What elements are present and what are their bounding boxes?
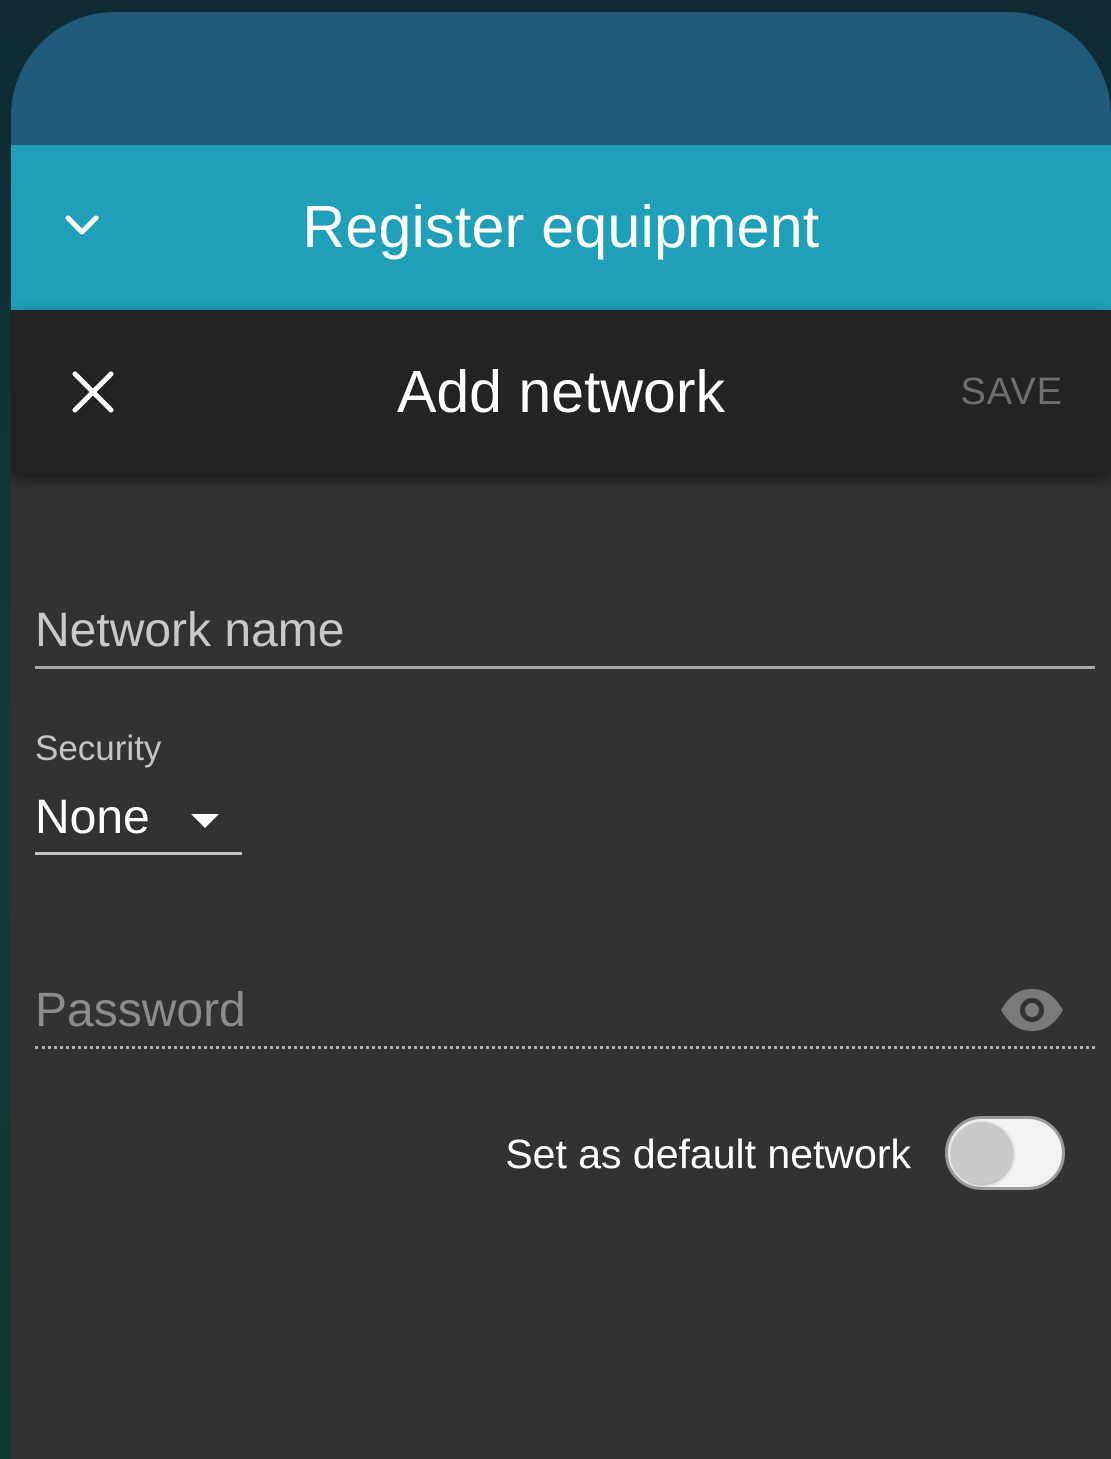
register-equipment-bar: Register equipment	[11, 145, 1111, 310]
bottom-sheet: Register equipment Add network SAVE Secu…	[11, 12, 1111, 1459]
add-network-form: Security None Set as default network	[11, 474, 1111, 1459]
close-icon	[72, 371, 114, 413]
security-select[interactable]: None	[35, 784, 242, 855]
eye-icon	[1001, 989, 1063, 1031]
device-background: Register equipment Add network SAVE Secu…	[0, 0, 1111, 1459]
save-button[interactable]: SAVE	[960, 310, 1063, 474]
password-input[interactable]	[35, 974, 935, 1046]
toggle-password-visibility-button[interactable]	[999, 980, 1065, 1040]
collapse-button[interactable]	[51, 195, 113, 257]
dialog-title: Add network	[397, 359, 725, 425]
default-network-label: Set as default network	[505, 1131, 911, 1177]
network-name-field	[35, 594, 1095, 669]
network-name-input[interactable]	[35, 594, 1095, 666]
password-field	[35, 974, 1095, 1049]
sheet-top-area	[11, 12, 1111, 145]
chevron-down-icon	[65, 215, 99, 235]
dialog-header: Add network SAVE	[11, 310, 1111, 474]
dropdown-caret-icon	[191, 814, 219, 828]
register-equipment-title: Register equipment	[302, 194, 820, 260]
security-label: Security	[35, 729, 162, 768]
toggle-knob	[951, 1122, 1013, 1184]
security-selected-value: None	[35, 791, 150, 844]
close-button[interactable]	[63, 362, 123, 422]
default-network-toggle[interactable]	[945, 1116, 1065, 1190]
